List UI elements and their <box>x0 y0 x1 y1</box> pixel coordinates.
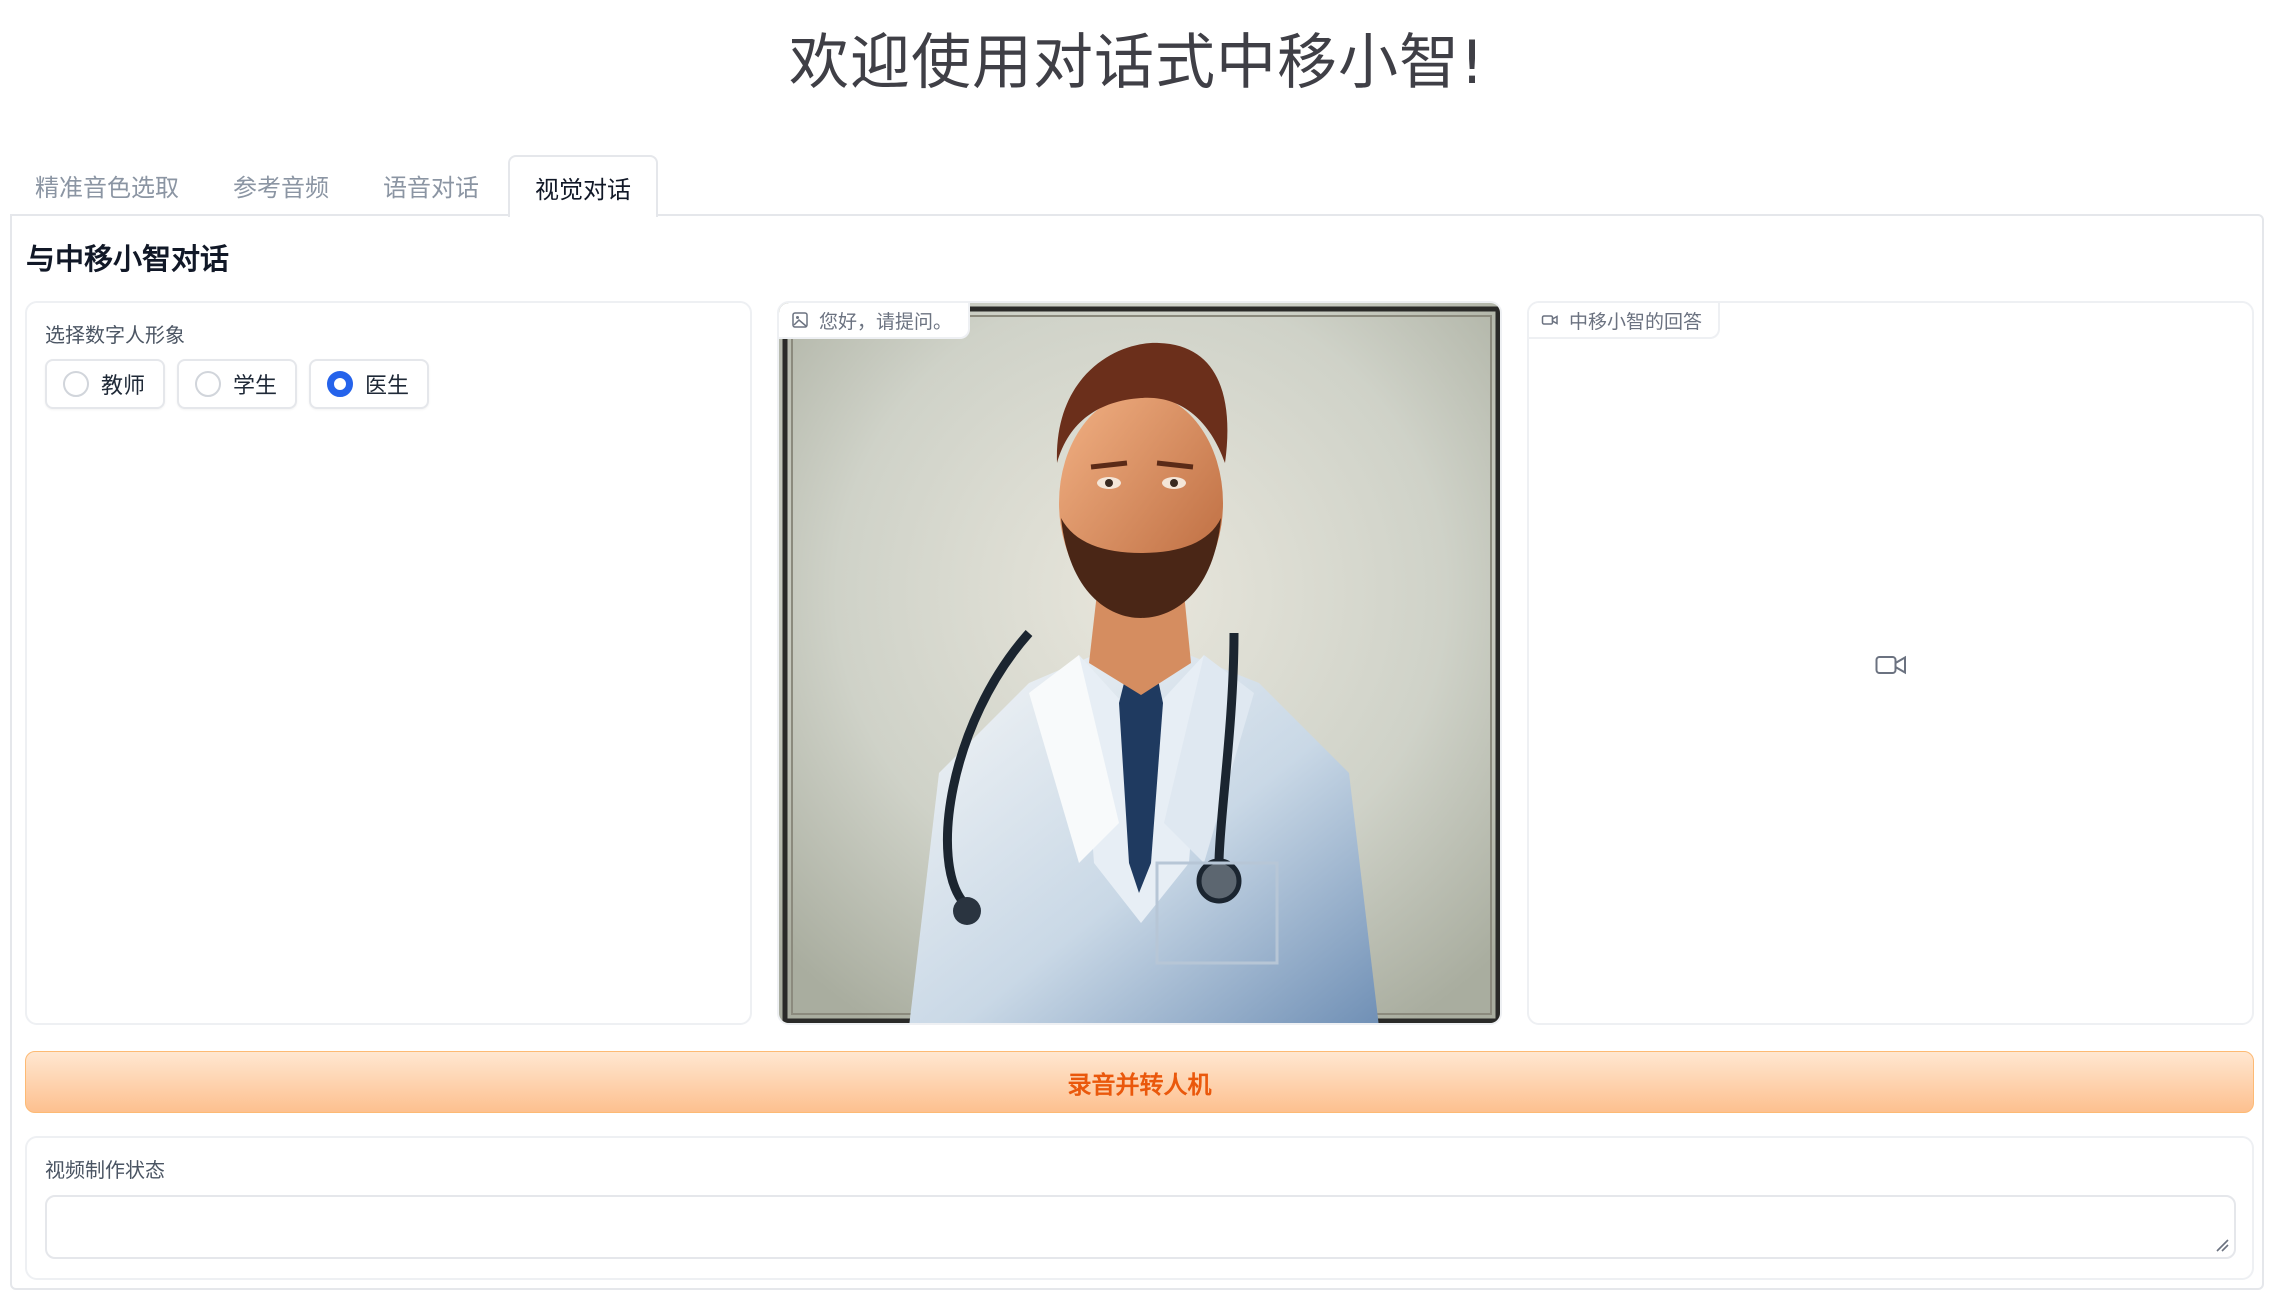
radio-label: 学生 <box>233 374 278 399</box>
avatar-selector-label: 选择数字人形象 <box>45 323 185 347</box>
video-display: 中移小智的回答 <box>1527 301 2254 1025</box>
video-status-textarea[interactable] <box>45 1195 2236 1259</box>
tab-bar: 精准音色选取 参考音频 语音对话 视觉对话 <box>10 155 662 217</box>
radio-label: 教师 <box>101 374 146 399</box>
radio-dot[interactable] <box>63 371 89 397</box>
tab-visual-chat[interactable]: 视觉对话 <box>508 155 658 217</box>
radio-dot[interactable] <box>195 371 222 397</box>
avatar-selector: 选择数字人形象 教师 学生 医生 <box>25 301 752 1025</box>
radio-doctor[interactable]: 医生 <box>309 359 430 409</box>
video-placeholder-icon <box>1875 655 1906 675</box>
video-status-label: 视频制作状态 <box>45 1158 165 1182</box>
section-title: 与中移小智对话 <box>26 242 230 276</box>
tab-panel: 与中移小智对话 选择数字人形象 教师 学生 医生 您好，请提问。 中移小智的回答… <box>10 214 2264 1290</box>
page-title: 欢迎使用对话式中移小智! <box>788 28 1486 98</box>
radio-label: 医生 <box>365 374 410 399</box>
radio-student[interactable]: 学生 <box>177 359 298 409</box>
tab-voice-selection[interactable]: 精准音色选取 <box>10 155 204 215</box>
record-button[interactable]: 录音并转人机 <box>25 1051 2254 1113</box>
radio-teacher[interactable]: 教师 <box>45 359 166 409</box>
video-status-field: 视频制作状态 <box>25 1136 2254 1280</box>
image-display: 您好，请提问。 <box>777 301 1502 1025</box>
video-display-label-text: 中移小智的回答 <box>1569 310 1703 333</box>
tab-reference-audio[interactable]: 参考音频 <box>208 155 354 215</box>
image-display-label: 您好，请提问。 <box>779 303 971 339</box>
video-camera-icon <box>1541 315 1558 325</box>
tab-voice-chat[interactable]: 语音对话 <box>358 155 504 215</box>
doctor-portrait-image <box>779 303 1500 1023</box>
avatar-radio-group: 教师 学生 医生 <box>45 359 430 409</box>
image-icon <box>792 312 808 328</box>
resize-handle-icon[interactable] <box>2214 1237 2230 1253</box>
video-display-label: 中移小智的回答 <box>1529 303 1721 339</box>
radio-dot-selected[interactable] <box>327 371 354 397</box>
image-display-label-text: 您好，请提问。 <box>819 310 953 333</box>
